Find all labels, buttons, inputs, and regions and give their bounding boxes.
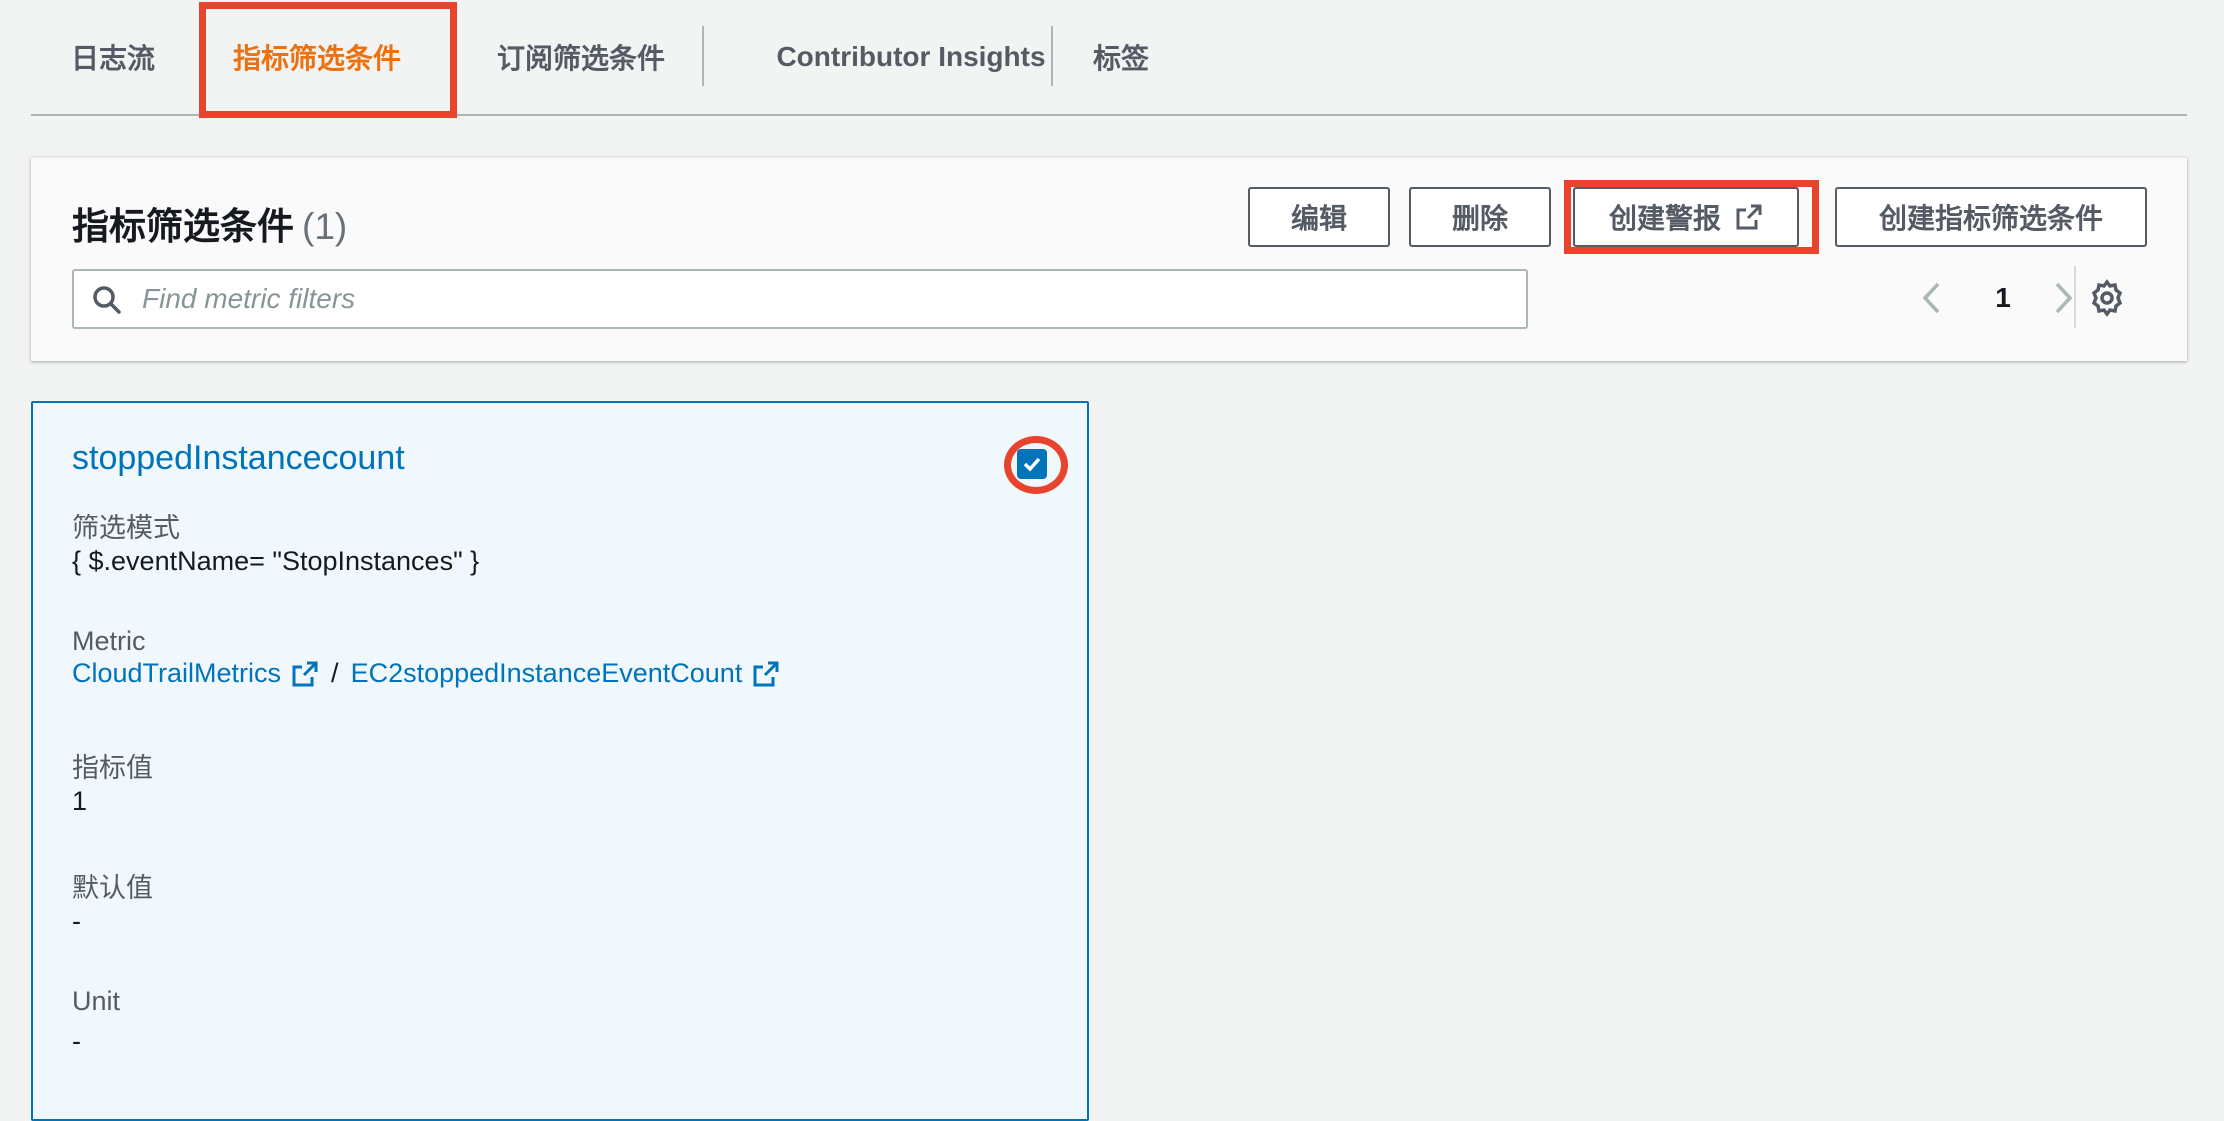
gear-icon xyxy=(2091,279,2123,317)
metric-value-label: 指标值 xyxy=(72,753,153,783)
unit-value: - xyxy=(72,1026,81,1056)
metric-label: Metric xyxy=(72,626,146,656)
tab-divider xyxy=(1051,26,1053,86)
metric-filter-card[interactable]: stoppedInstancecount 筛选模式 { $.eventName=… xyxy=(31,401,1089,1121)
default-value-label: 默认值 xyxy=(72,873,153,903)
chevron-left-icon xyxy=(1922,282,1940,314)
select-checkbox[interactable] xyxy=(1017,449,1047,479)
create-alarm-button[interactable]: 创建警报 xyxy=(1573,187,1799,247)
tab-metric-filters[interactable]: 指标筛选条件 xyxy=(201,0,433,114)
chevron-right-icon xyxy=(2055,282,2073,314)
search-box xyxy=(72,269,1528,329)
metric-separator: / xyxy=(331,658,339,688)
tab-tags[interactable]: 标签 xyxy=(1081,0,1161,114)
panel-title-text: 指标筛选条件 xyxy=(72,206,294,247)
tab-bar: 日志流 指标筛选条件 订阅筛选条件 Contributor Insights 标… xyxy=(31,0,2187,116)
external-link-icon[interactable] xyxy=(291,660,319,688)
edit-button[interactable]: 编辑 xyxy=(1248,187,1390,247)
default-value: - xyxy=(72,906,81,936)
metric-filter-name-link[interactable]: stoppedInstancecount xyxy=(72,439,405,478)
unit-label: Unit xyxy=(72,986,121,1016)
previous-page-button[interactable] xyxy=(1914,278,1950,318)
metric-name-link[interactable]: EC2stoppedInstanceEventCount xyxy=(351,658,743,689)
checkbox-checked-icon xyxy=(1023,457,1041,472)
metric-namespace-link[interactable]: CloudTrailMetrics xyxy=(72,658,281,689)
metric-filters-header: 指标筛选条件(1) 编辑 删除 创建警报 创建指标筛选条件 1 xyxy=(31,157,2187,361)
page-title: 指标筛选条件 (1) xyxy=(72,196,347,250)
delete-button[interactable]: 删除 xyxy=(1409,187,1551,247)
tab-subscription-filters[interactable]: 订阅筛选条件 xyxy=(471,0,691,114)
tab-contributor-insights[interactable]: Contributor Insights xyxy=(731,0,1091,114)
create-metric-filter-button[interactable]: 创建指标筛选条件 xyxy=(1835,187,2147,247)
tab-log-streams[interactable]: 日志流 xyxy=(53,0,173,114)
pagination-divider xyxy=(2074,266,2076,328)
search-input[interactable] xyxy=(140,271,1510,327)
filter-count: (1) xyxy=(302,206,348,247)
filter-pattern-label: 筛选模式 xyxy=(72,513,180,543)
current-page[interactable]: 1 xyxy=(1983,278,2023,318)
preferences-button[interactable] xyxy=(2087,278,2127,318)
external-link-icon[interactable] xyxy=(752,660,780,688)
tab-divider xyxy=(702,26,704,86)
filter-pattern-value: { $.eventName= "StopInstances" } xyxy=(72,546,480,576)
create-alarm-label: 创建警报 xyxy=(1608,203,1721,234)
metric-links: CloudTrailMetrics / EC2stoppedInstanceEv… xyxy=(72,658,780,689)
external-link-icon xyxy=(1735,203,1763,231)
metric-value: 1 xyxy=(72,786,88,816)
search-icon xyxy=(93,286,121,314)
